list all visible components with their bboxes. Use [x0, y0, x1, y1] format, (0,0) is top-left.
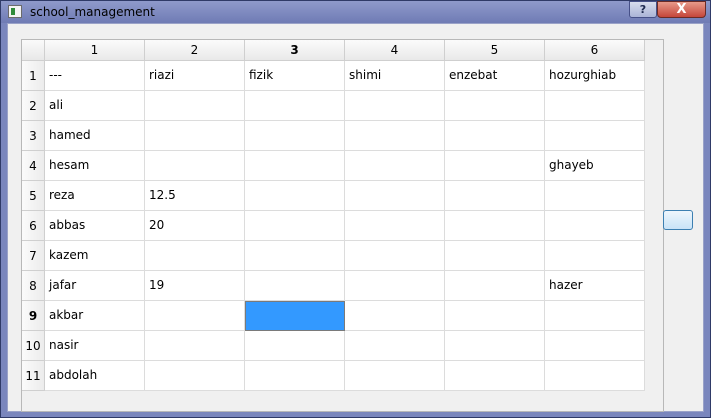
table-cell[interactable]: ghayeb [545, 151, 645, 181]
table-cell[interactable] [445, 211, 545, 241]
table-cell[interactable] [545, 181, 645, 211]
table-cell[interactable] [545, 121, 645, 151]
student-table: 123456 1 2 3 4 5 6 7 8 9 10 11 --- riazi fizik shimi e… [21, 39, 664, 412]
table-cell[interactable] [245, 361, 345, 391]
client-area: 123456 1 2 3 4 5 6 7 8 9 10 11 --- riazi fizik shimi e… [7, 23, 704, 412]
window-title: school_management [30, 5, 155, 19]
table-cell[interactable]: 20 [145, 211, 245, 241]
table-cell[interactable]: 19 [145, 271, 245, 301]
table-corner-button[interactable] [22, 40, 45, 61]
table-cell[interactable] [345, 301, 445, 331]
table-cell[interactable] [145, 361, 245, 391]
table-cell[interactable] [145, 121, 245, 151]
table-cell[interactable] [245, 271, 345, 301]
column-header-5[interactable]: 5 [445, 40, 545, 61]
column-header-4[interactable]: 4 [345, 40, 445, 61]
table-cell[interactable]: hesam [45, 151, 145, 181]
table-cell[interactable] [545, 331, 645, 361]
table-cell[interactable] [445, 301, 545, 331]
table-cell[interactable] [445, 151, 545, 181]
table-cell[interactable] [445, 271, 545, 301]
table-cell[interactable] [445, 181, 545, 211]
column-header-1[interactable]: 1 [45, 40, 145, 61]
table-cell[interactable] [245, 241, 345, 271]
table-cell[interactable] [445, 91, 545, 121]
column-header-6[interactable]: 6 [545, 40, 645, 61]
close-button[interactable]: X [657, 1, 706, 18]
table-cell[interactable]: ali [45, 91, 145, 121]
table-cell[interactable] [345, 151, 445, 181]
table-cell[interactable]: --- [45, 61, 145, 91]
main-window: school_management ? X 123456 1 2 3 4 5 6 7 8 9 10… [0, 0, 711, 418]
title-bar[interactable]: school_management ? X [1, 1, 710, 23]
row-header-1[interactable]: 1 [22, 61, 45, 91]
table-cell[interactable] [145, 151, 245, 181]
table-cell[interactable]: fizik [245, 61, 345, 91]
column-header-3[interactable]: 3 [245, 40, 345, 61]
table-bottom-area [22, 391, 663, 411]
table-cell[interactable] [545, 301, 645, 331]
table-cell[interactable]: kazem [45, 241, 145, 271]
table-cell[interactable] [345, 91, 445, 121]
table-cell[interactable] [445, 241, 545, 271]
table-cell[interactable] [145, 301, 245, 331]
table-cell[interactable] [345, 361, 445, 391]
table-cell[interactable] [245, 91, 345, 121]
row-header-10[interactable]: 10 [22, 331, 45, 361]
table-cell[interactable] [345, 181, 445, 211]
app-icon [8, 5, 22, 18]
table-cell[interactable]: 12.5 [145, 181, 245, 211]
table-cell[interactable]: enzebat [445, 61, 545, 91]
table-cell[interactable] [145, 91, 245, 121]
table-cell[interactable] [245, 151, 345, 181]
table-cell[interactable] [145, 241, 245, 271]
table-cell[interactable] [445, 361, 545, 391]
table-cell[interactable] [545, 241, 645, 271]
table-cell[interactable]: riazi [145, 61, 245, 91]
row-header-6[interactable]: 6 [22, 211, 45, 241]
table-cell[interactable] [345, 241, 445, 271]
table-cell[interactable] [445, 121, 545, 151]
table-cell[interactable] [245, 121, 345, 151]
side-button[interactable] [663, 210, 693, 230]
table-cell[interactable]: abdolah [45, 361, 145, 391]
table-cell[interactable] [345, 211, 445, 241]
row-header-11[interactable]: 11 [22, 361, 45, 391]
table-cell[interactable] [245, 301, 345, 331]
row-header-7[interactable]: 7 [22, 241, 45, 271]
row-header-9[interactable]: 9 [22, 301, 45, 331]
row-header-8[interactable]: 8 [22, 271, 45, 301]
table-cell[interactable] [345, 271, 445, 301]
table-cell[interactable] [245, 181, 345, 211]
table-cell[interactable] [345, 121, 445, 151]
row-header-3[interactable]: 3 [22, 121, 45, 151]
table-cell[interactable]: hazer [545, 271, 645, 301]
row-header-2[interactable]: 2 [22, 91, 45, 121]
table-cell[interactable] [545, 91, 645, 121]
table-cell[interactable] [245, 331, 345, 361]
table-cell[interactable]: abbas [45, 211, 145, 241]
table-cell[interactable] [145, 331, 245, 361]
row-header-5[interactable]: 5 [22, 181, 45, 211]
table-cell[interactable]: reza [45, 181, 145, 211]
table-cell[interactable] [345, 331, 445, 361]
help-button[interactable]: ? [629, 1, 657, 18]
column-header-2[interactable]: 2 [145, 40, 245, 61]
table-cell[interactable]: akbar [45, 301, 145, 331]
table-cell[interactable]: jafar [45, 271, 145, 301]
table-cell[interactable] [545, 361, 645, 391]
table-cell[interactable] [445, 331, 545, 361]
row-header-4[interactable]: 4 [22, 151, 45, 181]
table-cell[interactable]: shimi [345, 61, 445, 91]
table-cell[interactable]: nasir [45, 331, 145, 361]
table-cell[interactable]: hamed [45, 121, 145, 151]
table-cell[interactable] [545, 211, 645, 241]
table-cell[interactable]: hozurghiab [545, 61, 645, 91]
table-cell[interactable] [245, 211, 345, 241]
